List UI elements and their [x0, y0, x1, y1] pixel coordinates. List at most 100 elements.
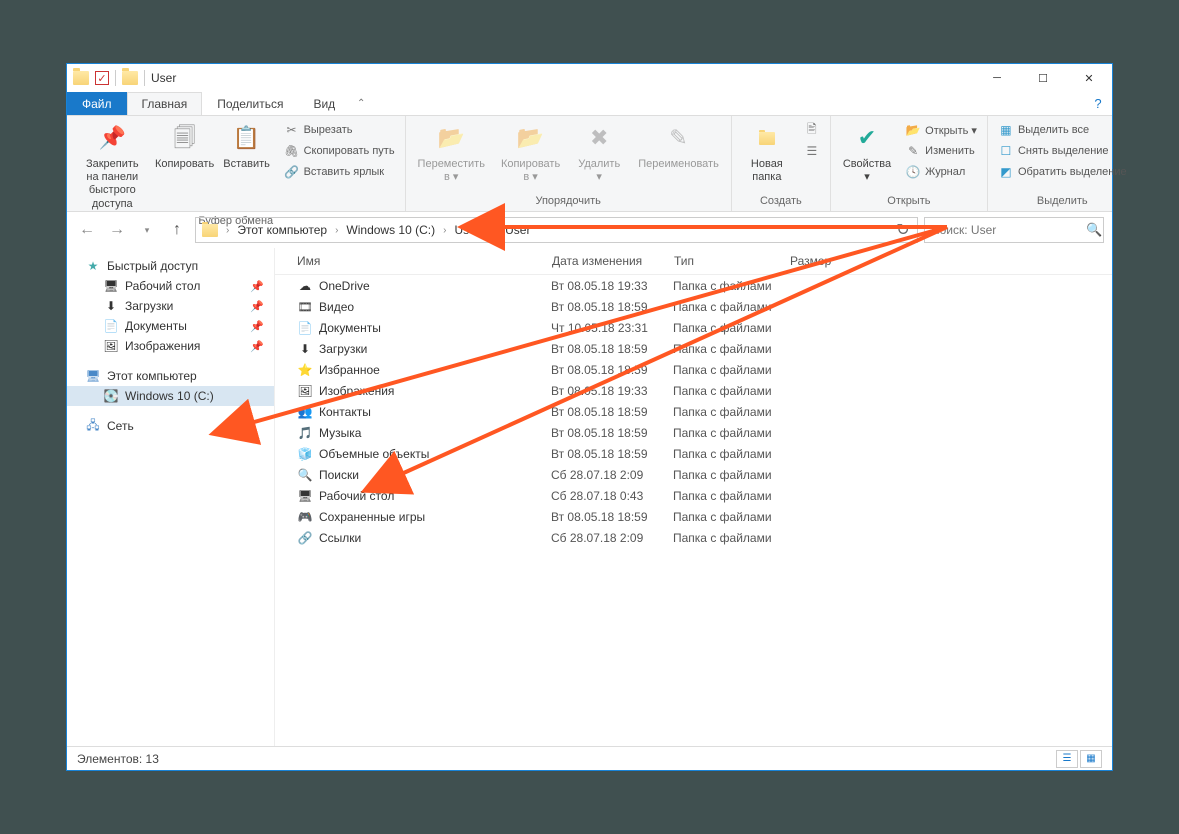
- folder-icon: [202, 224, 218, 237]
- up-button[interactable]: ↑: [165, 218, 189, 242]
- copy-to-button[interactable]: 📂Копировать в ▾: [495, 118, 566, 188]
- sidebar-item[interactable]: 🖥Рабочий стол📌: [67, 276, 274, 296]
- file-row[interactable]: 🎵МузыкаВт 08.05.18 18:59Папка с файлами: [275, 422, 1112, 443]
- folder-icon: [751, 122, 783, 154]
- file-row[interactable]: ☁OneDriveВт 08.05.18 19:33Папка с файлам…: [275, 275, 1112, 296]
- copy-to-icon: 📂: [515, 122, 547, 154]
- sidebar-item[interactable]: 📄Документы📌: [67, 316, 274, 336]
- search-icon: 🔍: [1086, 222, 1102, 238]
- delete-button[interactable]: ✖Удалить ▾: [570, 118, 628, 188]
- close-button[interactable]: ✕: [1066, 64, 1112, 92]
- history-button[interactable]: 🕓Журнал: [901, 162, 981, 182]
- history-icon: 🕓: [905, 164, 921, 180]
- sidebar-quick-access[interactable]: ★Быстрый доступ: [67, 256, 274, 276]
- ribbon-tabs: Файл Главная Поделиться Вид ⌃ ?: [67, 92, 1112, 116]
- titlebar: ✓ User ─ ☐ ✕: [67, 64, 1112, 92]
- breadcrumb-item[interactable]: Windows 10 (C:): [342, 218, 439, 242]
- back-button[interactable]: ←: [75, 218, 99, 242]
- ribbon-collapse-button[interactable]: ⌃: [350, 92, 372, 115]
- paste-shortcut-icon: 🔗: [284, 164, 300, 180]
- properties-button[interactable]: ✔Свойства ▾: [837, 118, 897, 188]
- view-details-button[interactable]: ☰: [1056, 750, 1078, 768]
- file-row[interactable]: 🎞ВидеоВт 08.05.18 18:59Папка с файлами: [275, 296, 1112, 317]
- sidebar-network[interactable]: 🖧Сеть: [67, 416, 274, 436]
- search-box[interactable]: 🔍: [924, 217, 1104, 243]
- move-to-button[interactable]: 📂Переместить в ▾: [412, 118, 491, 188]
- paste-icon: 📋: [231, 122, 263, 154]
- forward-button[interactable]: →: [105, 218, 129, 242]
- pin-icon: 📌: [96, 122, 128, 154]
- column-headers[interactable]: Имя Дата изменения Тип Размер: [275, 248, 1112, 275]
- sidebar-item[interactable]: 🖼Изображения📌: [67, 336, 274, 356]
- address-bar[interactable]: › Этот компьютер› Windows 10 (C:)› Users…: [195, 217, 918, 243]
- file-row[interactable]: 🔗СсылкиСб 28.07.18 2:09Папка с файлами: [275, 527, 1112, 548]
- view-thumbnails-button[interactable]: ▦: [1080, 750, 1102, 768]
- statusbar: Элементов: 13 ☰ ▦: [67, 746, 1112, 770]
- file-row[interactable]: ⬇ЗагрузкиВт 08.05.18 18:59Папка с файлам…: [275, 338, 1112, 359]
- move-to-icon: 📂: [435, 122, 467, 154]
- new-item-button[interactable]: 🖹: [800, 120, 824, 140]
- copy-button[interactable]: 🗐 Копировать: [156, 118, 214, 175]
- tab-view[interactable]: Вид: [298, 92, 350, 115]
- paste-button[interactable]: 📋 Вставить: [218, 118, 276, 175]
- col-type[interactable]: Тип: [674, 254, 790, 268]
- maximize-button[interactable]: ☐: [1020, 64, 1066, 92]
- col-size[interactable]: Размер: [790, 254, 870, 268]
- invert-icon: ◩: [998, 164, 1014, 180]
- tab-home[interactable]: Главная: [127, 92, 203, 115]
- search-input[interactable]: [931, 223, 1086, 237]
- window-title: User: [151, 71, 176, 85]
- recent-button[interactable]: ▾: [135, 218, 159, 242]
- group-new: Создать: [738, 195, 824, 209]
- folder-icon: [122, 71, 138, 85]
- copy-path-button[interactable]: 🖇Скопировать путь: [280, 141, 399, 161]
- select-none-button[interactable]: ☐Снять выделение: [994, 141, 1131, 161]
- invert-selection-button[interactable]: ◩Обратить выделение: [994, 162, 1131, 182]
- select-all-button[interactable]: ▦Выделить все: [994, 120, 1131, 140]
- sidebar-drive[interactable]: 💽Windows 10 (C:): [67, 386, 274, 406]
- file-row[interactable]: 🔍ПоискиСб 28.07.18 2:09Папка с файлами: [275, 464, 1112, 485]
- sidebar-item[interactable]: ⬇Загрузки📌: [67, 296, 274, 316]
- col-name[interactable]: Имя: [297, 254, 552, 268]
- easy-access-button[interactable]: ☰: [800, 141, 824, 161]
- select-all-icon: ▦: [998, 122, 1014, 138]
- file-row[interactable]: 🖥Рабочий столСб 28.07.18 0:43Папка с фай…: [275, 485, 1112, 506]
- new-folder-button[interactable]: Новая папка: [738, 118, 796, 188]
- rename-button[interactable]: ✎Переименовать: [632, 118, 725, 175]
- copy-icon: 🗐: [169, 122, 201, 154]
- tab-share[interactable]: Поделиться: [202, 92, 298, 115]
- select-none-icon: ☐: [998, 143, 1014, 159]
- status-count: Элементов: 13: [77, 752, 159, 766]
- file-list: Имя Дата изменения Тип Размер ☁OneDriveВ…: [275, 248, 1112, 746]
- open-button[interactable]: 📂Открыть ▾: [901, 120, 981, 140]
- paste-shortcut-button[interactable]: 🔗Вставить ярлык: [280, 162, 399, 182]
- breadcrumb-item[interactable]: Users: [450, 218, 489, 242]
- pin-quick-access-button[interactable]: 📌 Закрепить на панели быстрого доступа: [73, 118, 152, 215]
- help-button[interactable]: ?: [1084, 92, 1112, 115]
- edit-icon: ✎: [905, 143, 921, 159]
- refresh-button[interactable]: ↻: [891, 220, 915, 240]
- file-row[interactable]: 🖼ИзображенияВт 08.05.18 19:33Папка с фай…: [275, 380, 1112, 401]
- ribbon: 📌 Закрепить на панели быстрого доступа 🗐…: [67, 116, 1112, 212]
- col-date[interactable]: Дата изменения: [552, 254, 674, 268]
- delete-icon: ✖: [583, 122, 615, 154]
- breadcrumb-item[interactable]: User: [501, 218, 534, 242]
- cut-icon: ✂: [284, 122, 300, 138]
- sidebar-this-pc[interactable]: 🖥Этот компьютер: [67, 366, 274, 386]
- file-row[interactable]: 👥КонтактыВт 08.05.18 18:59Папка с файлам…: [275, 401, 1112, 422]
- tab-file[interactable]: Файл: [67, 92, 127, 115]
- cut-button[interactable]: ✂Вырезать: [280, 120, 399, 140]
- edit-button[interactable]: ✎Изменить: [901, 141, 981, 161]
- minimize-button[interactable]: ─: [974, 64, 1020, 92]
- file-row[interactable]: 🎮Сохраненные игрыВт 08.05.18 18:59Папка …: [275, 506, 1112, 527]
- explorer-window: ✓ User ─ ☐ ✕ Файл Главная Поделиться Вид…: [66, 63, 1113, 771]
- file-row[interactable]: 📄ДокументыЧт 10.05.18 23:31Папка с файла…: [275, 317, 1112, 338]
- file-row[interactable]: ⭐ИзбранноеВт 08.05.18 18:59Папка с файла…: [275, 359, 1112, 380]
- group-organize: Упорядочить: [412, 195, 725, 209]
- breadcrumb-item[interactable]: Этот компьютер: [233, 218, 331, 242]
- navbar: ← → ▾ ↑ › Этот компьютер› Windows 10 (C:…: [67, 212, 1112, 248]
- folder-icon: [73, 71, 89, 85]
- quick-access-toolbar-icon[interactable]: ✓: [95, 71, 109, 85]
- group-open: Открыть: [837, 195, 981, 209]
- file-row[interactable]: 🧊Объемные объектыВт 08.05.18 18:59Папка …: [275, 443, 1112, 464]
